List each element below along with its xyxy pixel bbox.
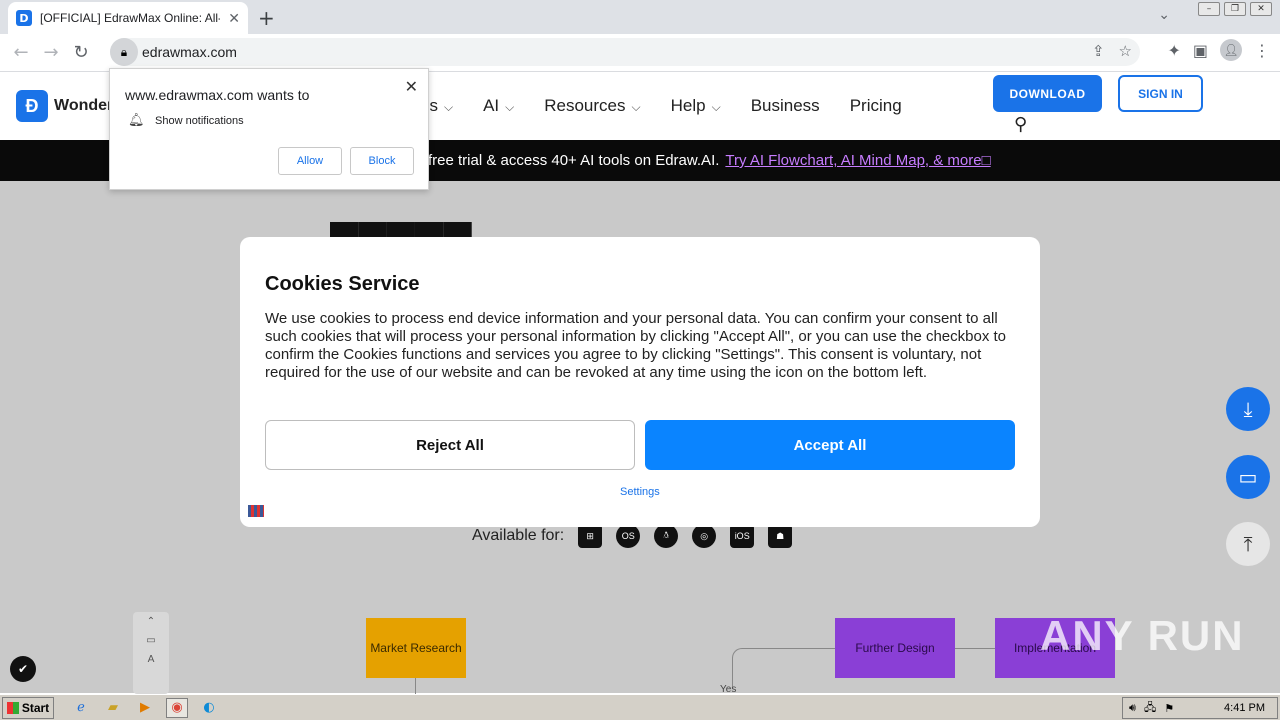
wondershare-logo-icon[interactable]: Ð (16, 90, 48, 122)
cookie-provider-logo-icon (248, 505, 264, 517)
diagram-node-market-research: Market Research (366, 618, 466, 678)
puzzle-icon[interactable]: ✦ (1167, 41, 1180, 60)
available-platforms: Available for: ⊞ OS 🐧︎ ◎ iOS ☗ (472, 524, 793, 548)
tab-search-chevron-icon[interactable]: ⌄ (1158, 7, 1170, 23)
nav-item-business[interactable]: Business (751, 96, 820, 116)
diagram-connector (415, 678, 416, 694)
new-tab-icon[interactable]: + (258, 6, 275, 30)
anyrun-watermark: ANY RUN (1040, 612, 1245, 659)
nav-item-help[interactable]: Help ⌵ (671, 96, 721, 116)
chevron-down-icon: ⌵ (443, 100, 454, 114)
window-controls: – ❐ ✕ (1198, 2, 1272, 16)
allow-button[interactable]: Allow (278, 147, 342, 175)
tab-title: [OFFICIAL] EdrawMax Online: All-in- (40, 11, 220, 25)
notification-title: www.edrawmax.com wants to (125, 87, 310, 103)
download-button[interactable]: DOWNLOAD (993, 75, 1102, 112)
notification-permission-popup: www.edrawmax.com wants to ✕ 🔔︎ Show noti… (109, 68, 429, 190)
url-text[interactable]: edrawmax.com (142, 44, 237, 60)
available-label: Available for: (472, 527, 565, 544)
action-center-flag-icon[interactable]: ⚑ (1164, 702, 1174, 715)
chevron-down-icon: ⌵ (505, 100, 515, 114)
nav-label: Business (750, 96, 820, 115)
diagram-connector (955, 648, 995, 649)
shape-tool-icon[interactable]: ▭ (146, 635, 155, 646)
window-close-icon[interactable]: ✕ (1250, 2, 1272, 16)
back-arrow-icon[interactable]: ← (6, 38, 36, 68)
profile-icon[interactable]: 👤︎ (1220, 39, 1242, 61)
site-nav: ns⌵ AI⌵ Resources⌵ Help⌵ Business Pricin… (420, 96, 902, 116)
android-icon[interactable]: ☗ (768, 524, 793, 548)
windows-flag-icon (6, 701, 19, 714)
minimize-icon[interactable]: – (1198, 2, 1220, 16)
chrome-icon[interactable]: ◎ (692, 524, 717, 548)
browser-toolbar: ← → ↻ 🔒︎ edrawmax.com ⇪ ☆ ✦ ▣ 👤︎ ⋮ (0, 34, 1280, 72)
accept-all-button[interactable]: Accept All (645, 420, 1015, 470)
media-player-icon[interactable]: ▶ (134, 698, 156, 718)
chrome-taskbar-icon[interactable]: ◉ (166, 697, 188, 718)
reject-all-button[interactable]: Reject All (265, 420, 635, 470)
nav-label: AI (483, 96, 500, 115)
windows-icon[interactable]: ⊞ (578, 524, 603, 548)
nav-label: Pricing (849, 96, 902, 115)
diagram-node-further-design: Further Design (835, 618, 955, 678)
linux-icon[interactable]: 🐧︎ (654, 524, 679, 548)
tab-strip: D [OFFICIAL] EdrawMax Online: All-in- ✕ … (0, 0, 1280, 34)
close-icon[interactable]: ✕ (405, 77, 418, 96)
text-tool-icon[interactable]: A (148, 654, 155, 665)
windows-taskbar: Start ℯ ▰ ▶ ◉ ◐ 🔊︎ 🖧 ⚑ 4:41 PM (0, 694, 1280, 720)
address-bar[interactable]: 🔒︎ edrawmax.com ⇪ ☆ (110, 38, 1140, 66)
nav-item-ai[interactable]: AI ⌵ (483, 96, 514, 116)
ios-icon[interactable]: iOS (730, 524, 755, 548)
block-button[interactable]: Block (350, 147, 414, 175)
nav-item-resources[interactable]: Resources ⌵ (544, 96, 640, 116)
forward-arrow-icon[interactable]: → (36, 38, 66, 68)
desktop-float-icon[interactable]: ▭ (1226, 455, 1270, 499)
star-icon[interactable]: ☆ (1119, 42, 1132, 60)
tab-close-icon[interactable]: ✕ (228, 10, 240, 27)
sign-in-button[interactable]: SIGN IN (1118, 75, 1203, 112)
edge-icon[interactable]: ◐ (198, 698, 220, 718)
ie-icon[interactable]: ℯ (70, 698, 92, 718)
search-icon[interactable]: ⚲ (1014, 114, 1027, 135)
collapse-icon[interactable]: ⌃ (147, 616, 155, 627)
cookie-text: We use cookies to process end device inf… (265, 310, 1007, 381)
lock-icon[interactable]: 🔒︎ (110, 38, 138, 66)
cookie-consent-dialog: Cookies Service We use cookies to proces… (240, 237, 1040, 527)
promo-link[interactable]: Try AI Flowchart, AI Mind Map, & more□ (725, 152, 990, 169)
bell-icon: 🔔︎ (128, 113, 145, 128)
diagram-connector (732, 648, 836, 688)
kebab-menu-icon[interactable]: ⋮ (1254, 41, 1270, 60)
macos-icon[interactable]: OS (616, 524, 641, 548)
start-button[interactable]: Start (2, 696, 54, 719)
share-icon[interactable]: ⇪ (1092, 42, 1105, 60)
notification-permission-text: Show notifications (155, 115, 244, 127)
reload-icon[interactable]: ↻ (66, 38, 96, 68)
edrawmax-favicon-icon: D (16, 10, 32, 26)
logo-text[interactable]: Wonder (54, 97, 113, 115)
volume-icon[interactable]: 🔊︎ (1129, 701, 1136, 715)
sidepanel-icon[interactable]: ▣ (1193, 41, 1208, 60)
folder-icon[interactable]: ▰ (102, 698, 124, 718)
system-tray: 🔊︎ 🖧 ⚑ 4:41 PM (1122, 697, 1278, 719)
cookie-settings-link[interactable]: Settings (620, 486, 660, 498)
browser-tab[interactable]: D [OFFICIAL] EdrawMax Online: All-in- ✕ (8, 2, 248, 34)
restore-icon[interactable]: ❐ (1224, 2, 1246, 16)
nav-label: Help (670, 96, 706, 115)
back-to-top-icon[interactable]: ⤒ (1226, 522, 1270, 566)
nav-label: Resources (544, 96, 626, 115)
download-float-icon[interactable]: ⤓ (1226, 387, 1270, 431)
diagram-side-toolbar: ⌃ ▭ A (133, 612, 169, 694)
cookie-title: Cookies Service (265, 273, 420, 295)
cookie-shield-icon[interactable]: ✔ (10, 656, 36, 682)
network-icon[interactable]: 🖧 (1144, 699, 1156, 718)
chevron-down-icon: ⌵ (631, 100, 641, 114)
clock[interactable]: 4:41 PM (1224, 702, 1265, 714)
promo-text: free trial & access 40+ AI tools on Edra… (428, 152, 720, 169)
hero-title-partial: ▀▀▀▀▀ (330, 222, 472, 238)
start-label: Start (21, 700, 50, 715)
nav-item-pricing[interactable]: Pricing (850, 96, 902, 116)
chevron-down-icon: ⌵ (711, 100, 721, 114)
